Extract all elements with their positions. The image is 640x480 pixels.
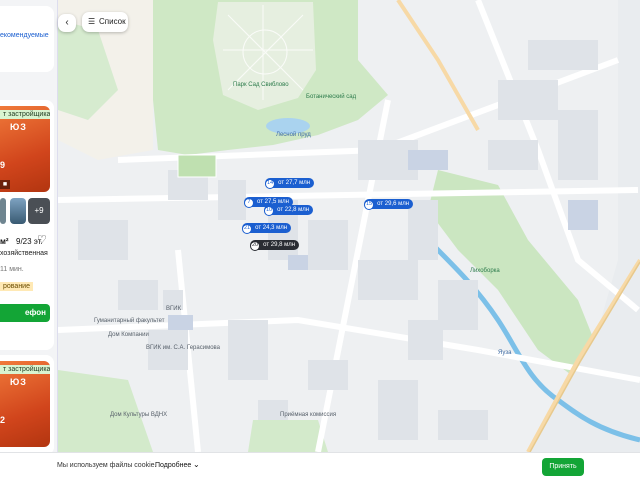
accept-cookies-button[interactable]: Принять	[542, 458, 584, 476]
promo-number: 9	[0, 160, 6, 170]
price-marker[interactable]: 14 от 27,7 млн	[265, 178, 315, 189]
map-view[interactable]: Парк Сад Свиблово Лесной пруд Ботаническ…	[58, 0, 640, 452]
show-phone-button[interactable]: ефон	[0, 304, 50, 322]
back-button[interactable]: ‹	[58, 14, 76, 32]
admission-label: Приёмная комиссия	[280, 412, 337, 418]
more-photos-thumbnail[interactable]: +9	[28, 198, 50, 224]
app-root: екомендуемые т застройщика ЮЗ 9 ■ +9 м² …	[0, 0, 640, 480]
photo-thumbnail[interactable]	[10, 198, 26, 224]
culture-house-label: Дом Компании	[108, 332, 149, 338]
chevron-left-icon: ‹	[65, 17, 69, 28]
listings-panel[interactable]: екомендуемые т застройщика ЮЗ 9 ■ +9 м² …	[0, 0, 58, 452]
map-canvas[interactable]	[58, 0, 640, 452]
faculty-label: Гуманитарный факультет	[94, 318, 165, 324]
price-marker[interactable]: 15 от 29,6 млн	[364, 199, 414, 210]
promo-image[interactable]: т застройщика ЮЗ 2	[0, 361, 50, 447]
garden-label: Ботанический сад	[306, 94, 357, 100]
park-label: Лихоборка	[470, 268, 500, 274]
chevron-down-icon[interactable]: ⌄	[193, 460, 200, 469]
park-label: Парк Сад Свиблово	[233, 82, 289, 88]
listing-area: м²	[0, 237, 9, 246]
river-label: Яуза	[498, 350, 512, 356]
cookie-text: Мы используем файлы cookie.	[57, 462, 157, 469]
cookie-more-link[interactable]: Подробнее	[155, 462, 191, 469]
list-icon: ☰	[88, 17, 96, 26]
listing-card[interactable]: т застройщика ЮЗ 2	[0, 355, 54, 452]
university-label: ВГИК им. С.А. Герасимова	[146, 345, 221, 351]
sort-label[interactable]: екомендуемые	[0, 32, 49, 39]
favorite-heart-icon[interactable]: ♡	[37, 234, 49, 246]
developer-logo: ЮЗ	[10, 377, 27, 387]
listing-metro-time: 11 мин.	[0, 266, 24, 273]
vgik-label: ВГИК	[166, 306, 182, 312]
list-label: Список	[99, 17, 126, 26]
list-view-button[interactable]: ☰ Список	[82, 12, 128, 32]
photo-thumbnail[interactable]	[0, 198, 6, 224]
developer-logo: ЮЗ	[10, 122, 27, 132]
promo-image[interactable]: т застройщика ЮЗ 9 ■	[0, 106, 50, 192]
listing-card[interactable]: т застройщика ЮЗ 9 ■ +9 м² 9/23 эт. ♡ хо…	[0, 100, 54, 350]
price-marker[interactable]: 10 от 22,8 млн	[264, 205, 314, 216]
culture-house-label: Дом Культуры ВДНХ	[110, 412, 168, 418]
price-marker[interactable]: 21 от 24,3 млн	[242, 223, 292, 234]
price-marker-selected[interactable]: 20 от 29,8 млн	[250, 240, 300, 251]
cookie-banner: Мы используем файлы cookie. Подробнее ⌄ …	[0, 452, 640, 480]
photo-thumbnails[interactable]: +9	[0, 198, 54, 224]
sort-card[interactable]: екомендуемые	[0, 6, 54, 72]
gallery-chip[interactable]: ■	[0, 180, 10, 189]
promo-number: 2	[0, 415, 6, 425]
listing-district: хозяйственная	[0, 250, 48, 257]
developer-badge: т застройщика	[0, 365, 50, 374]
pond-label: Лесной пруд	[276, 132, 311, 138]
developer-badge: т застройщика	[0, 110, 50, 119]
listing-status-tag: рование	[0, 282, 33, 291]
